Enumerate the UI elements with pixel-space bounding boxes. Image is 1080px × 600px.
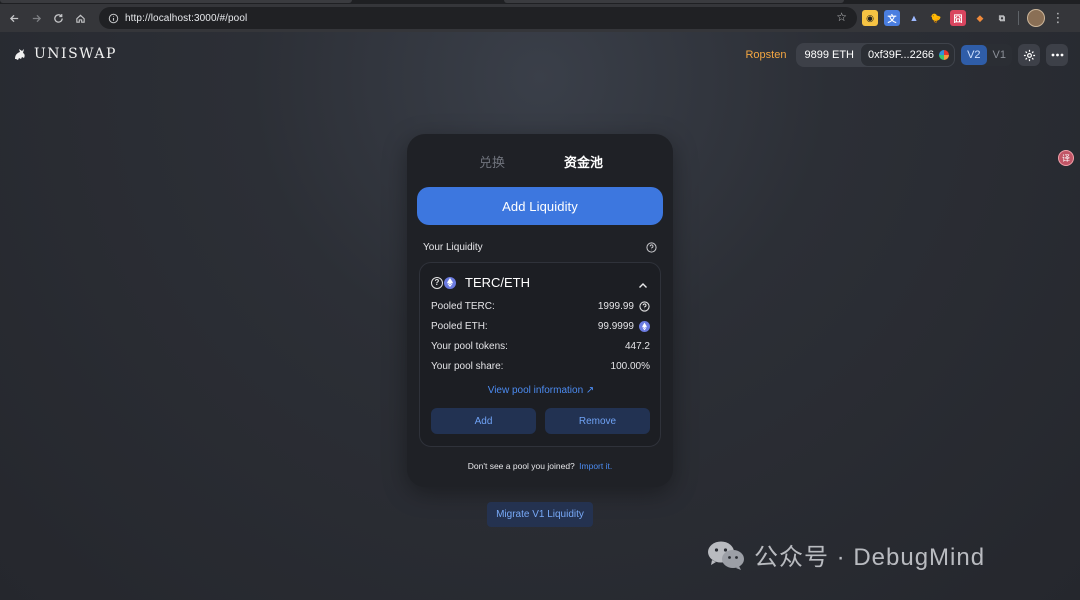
floating-translate-icon[interactable]: 译 — [1058, 150, 1074, 166]
swap-pool-tabs: 兑换 资金池 — [407, 152, 673, 170]
version-v1-button[interactable]: V1 — [987, 45, 1012, 65]
watermark-text: 公众号 · DebugMind — [754, 544, 986, 571]
pair-icons: ? — [431, 276, 456, 289]
tab-pool[interactable]: 资金池 — [564, 152, 603, 171]
browser-toolbar: http://localhost:3000/#/pool ☆ ◉ 文 ▲ 🐤 囧… — [0, 4, 1080, 32]
pool-card: 兑换 资金池 Add Liquidity Your Liquidity ? TE… — [407, 134, 673, 487]
settings-button[interactable] — [1018, 44, 1040, 66]
migrate-v1-liquidity-button[interactable]: Migrate V1 Liquidity — [487, 502, 593, 527]
more-dots-icon — [1051, 53, 1063, 57]
pool-share-value: 100.00% — [610, 360, 650, 372]
chevron-up-icon[interactable] — [638, 276, 648, 294]
back-icon[interactable] — [3, 7, 25, 29]
question-token-icon — [639, 300, 650, 312]
uniswap-logo[interactable]: UNISWAP — [12, 46, 117, 62]
forward-icon[interactable] — [25, 7, 47, 29]
gear-icon — [1023, 49, 1035, 61]
view-pool-info-link[interactable]: View pool information ↗ — [420, 385, 662, 396]
pooled-eth-value: 99.9999 — [597, 320, 634, 332]
add-liquidity-button[interactable]: Add Liquidity — [417, 187, 663, 225]
duck-icon[interactable]: 🐤 — [928, 10, 944, 26]
question-token-icon: ? — [431, 276, 443, 289]
pooled-terc-label: Pooled TERC: — [431, 300, 495, 312]
pool-tokens-label: Your pool tokens: — [431, 340, 508, 352]
site-info-icon[interactable] — [103, 8, 123, 28]
home-icon[interactable] — [69, 7, 91, 29]
eth-balance: 9899 ETH — [804, 49, 854, 61]
triangle-icon[interactable]: ▲ — [906, 10, 922, 26]
unicorn-icon — [15, 49, 25, 60]
import-pool-text: Don't see a pool you joined? — [467, 461, 575, 471]
profile-avatar[interactable] — [1027, 9, 1045, 27]
pooled-token-a-row: Pooled TERC: 1999.99 — [431, 299, 650, 313]
tab-swap[interactable]: 兑换 — [479, 152, 505, 171]
url-text[interactable]: http://localhost:3000/#/pool — [125, 13, 247, 24]
pool-share-row: Your pool share: 100.00% — [431, 359, 650, 373]
account-pill[interactable]: 9899 ETH 0xf39F...2266 — [796, 43, 956, 67]
position-header[interactable]: ? TERC/ETH — [431, 275, 530, 290]
browser-tab-left[interactable] — [0, 0, 352, 3]
fox-icon[interactable]: ◆ — [972, 10, 988, 26]
version-v2-button[interactable]: V2 — [961, 45, 987, 65]
wallet-address-button[interactable]: 0xf39F...2266 — [860, 43, 956, 67]
pooled-eth-label: Pooled ETH: — [431, 320, 488, 332]
pool-tokens-row: Your pool tokens: 447.2 — [431, 339, 650, 353]
address-bar[interactable]: http://localhost:3000/#/pool ☆ — [99, 7, 857, 29]
question-help-icon[interactable] — [646, 240, 657, 258]
identicon-icon — [939, 50, 950, 60]
import-pool-hint: Don't see a pool you joined? Import it. — [407, 461, 673, 471]
yellow-badge-icon[interactable]: ◉ — [862, 10, 878, 26]
pooled-terc-value: 1999.99 — [597, 300, 634, 312]
browser-tab-right[interactable] — [504, 0, 844, 3]
red-sheet-icon[interactable]: 囧 — [950, 10, 966, 26]
pooled-token-b-row: Pooled ETH: 99.9999 — [431, 319, 650, 333]
add-button[interactable]: Add — [431, 408, 536, 434]
your-liquidity-label: Your Liquidity — [423, 242, 483, 253]
import-pool-link[interactable]: Import it. — [579, 461, 612, 471]
liquidity-position-card: ? TERC/ETH Pooled TERC: 1999.99 Pooled E… — [419, 262, 661, 447]
browser-menu-icon[interactable]: ⋮ — [1051, 10, 1065, 26]
extensions-row: ◉ 文 ▲ 🐤 囧 ◆ ⧉ ⋮ — [862, 8, 1065, 28]
bookmark-star-icon[interactable]: ☆ — [836, 10, 847, 24]
more-menu-button[interactable] — [1046, 44, 1068, 66]
watermark: 公众号 · DebugMind — [706, 537, 985, 572]
app-page: UNISWAP Ropsten 9899 ETH 0xf39F...2266 V… — [0, 32, 1080, 600]
pool-tokens-value: 447.2 — [624, 340, 650, 352]
toolbar-divider — [1018, 11, 1019, 25]
eth-token-icon — [639, 320, 650, 332]
pool-share-label: Your pool share: — [431, 360, 504, 372]
remove-button[interactable]: Remove — [545, 408, 650, 434]
wechat-icon — [708, 541, 744, 570]
puzzle-icon[interactable]: ⧉ — [994, 10, 1010, 26]
brand-name: UNISWAP — [34, 46, 117, 62]
network-label: Ropsten — [745, 49, 787, 61]
pair-name: TERC/ETH — [465, 275, 530, 290]
eth-token-icon — [444, 276, 456, 289]
translate-icon[interactable]: 文 — [884, 10, 900, 26]
version-toggle: V2 V1 — [961, 44, 1012, 66]
reload-icon[interactable] — [47, 7, 69, 29]
wallet-address: 0xf39F...2266 — [868, 49, 935, 61]
header-right: Ropsten 9899 ETH 0xf39F...2266 V2 V1 — [745, 43, 1068, 67]
